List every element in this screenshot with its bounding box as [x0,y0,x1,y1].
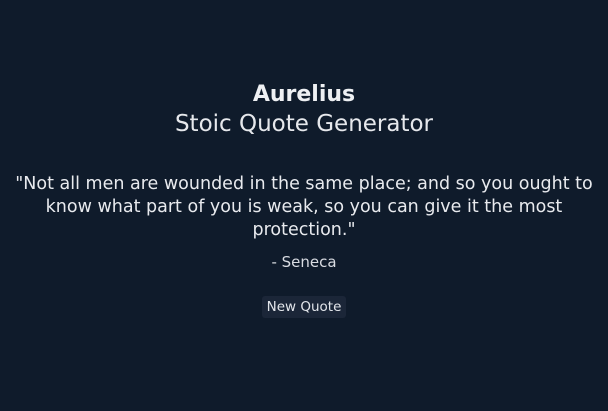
app-subtitle: Stoic Quote Generator [174,111,434,137]
app-title: Aurelius [252,82,356,107]
quote-page: Aurelius Stoic Quote Generator "Not all … [0,0,608,411]
new-quote-button[interactable]: New Quote [261,296,347,318]
quote-text: "Not all men are wounded in the same pla… [15,174,593,240]
quote-author: - Seneca [271,253,337,271]
